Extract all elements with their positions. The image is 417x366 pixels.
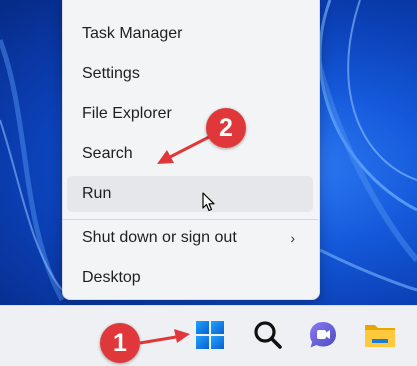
file-explorer-icon <box>365 325 395 347</box>
menu-item-label: Desktop <box>82 269 141 286</box>
taskbar-file-explorer-button[interactable] <box>362 317 398 353</box>
taskbar-search-button[interactable] <box>250 317 286 353</box>
menu-item-file-explorer[interactable]: File Explorer <box>67 96 313 132</box>
teams-chat-icon <box>310 322 336 348</box>
chevron-right-icon: › <box>290 230 295 246</box>
menu-item-label: Run <box>82 185 112 202</box>
taskbar-chat-button[interactable] <box>305 317 341 353</box>
menu-item-label: Search <box>82 145 133 162</box>
menu-item-search[interactable]: Search <box>67 136 313 172</box>
menu-item-label: Settings <box>82 65 140 82</box>
menu-item-task-manager[interactable]: Task Manager <box>67 16 313 52</box>
menu-item-run[interactable]: Run <box>67 176 313 212</box>
menu-item-desktop[interactable]: Desktop <box>67 260 313 296</box>
annotation-badge-2: 2 <box>206 108 246 148</box>
search-icon <box>254 321 282 349</box>
windows-start-icon <box>196 321 224 349</box>
menu-item-label: File Explorer <box>82 105 172 122</box>
menu-item-label: Shut down or sign out <box>82 229 237 246</box>
quick-link-menu: Task Manager Settings File Explorer Sear… <box>62 0 320 300</box>
menu-item-settings[interactable]: Settings <box>67 56 313 92</box>
annotation-badge-1: 1 <box>100 323 140 363</box>
menu-item-shut-down-or-sign-out[interactable]: Shut down or sign out › <box>67 220 313 256</box>
menu-item-label: Task Manager <box>82 25 183 42</box>
mouse-cursor-icon <box>202 192 215 212</box>
start-button[interactable] <box>192 317 228 353</box>
